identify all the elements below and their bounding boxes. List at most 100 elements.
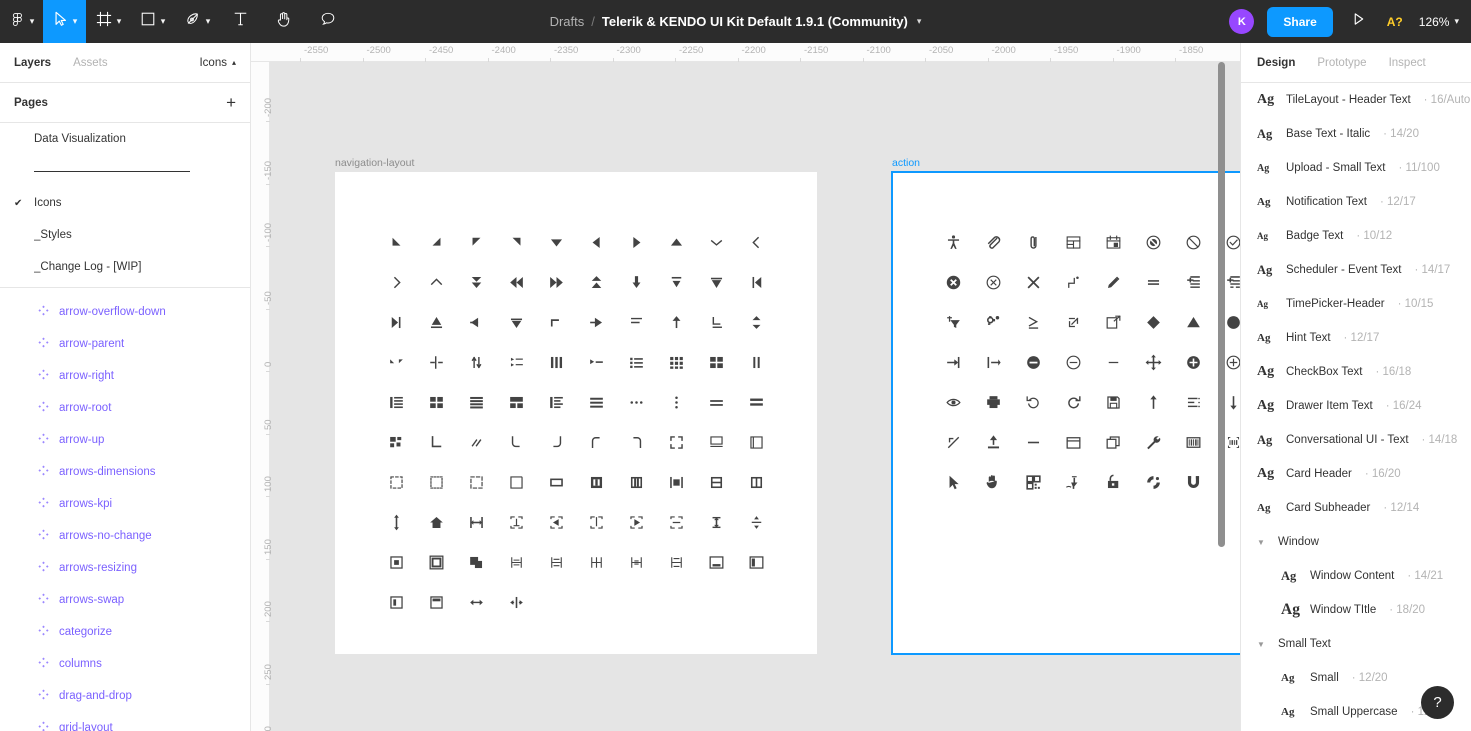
layer-item[interactable]: arrows-swap	[0, 584, 250, 616]
text-style-item[interactable]: Ag Window Content · 14/21	[1241, 559, 1471, 593]
file-name-title[interactable]: Telerik & KENDO UI Kit Default 1.9.1 (Co…	[602, 14, 908, 29]
page-item-data-visualization[interactable]: Data Visualization	[0, 123, 250, 155]
layer-item[interactable]: drag-and-drop	[0, 680, 250, 712]
text-style-name: Badge Text	[1286, 230, 1344, 242]
icon-grid-navigation	[376, 222, 776, 622]
text-style-name: Base Text - Italic	[1286, 128, 1371, 140]
layer-label: arrow-root	[59, 402, 112, 414]
component-icon	[38, 593, 49, 607]
component-icon	[38, 433, 49, 447]
navigation-layout-glyph-icon	[456, 222, 496, 262]
navigation-layout-glyph-icon	[696, 422, 736, 462]
avatar[interactable]: K	[1229, 9, 1255, 34]
layer-item[interactable]: arrows-kpi	[0, 488, 250, 520]
file-menu-chevron-down-icon[interactable]: ▾	[917, 16, 922, 27]
text-style-item[interactable]: Ag Notification Text · 12/17	[1241, 185, 1471, 219]
text-style-meta: · 12/17	[1379, 196, 1416, 208]
layer-item[interactable]: arrows-no-change	[0, 520, 250, 552]
text-style-item[interactable]: Ag Hint Text · 12/17	[1241, 321, 1471, 355]
text-style-item[interactable]: Ag Card Header · 16/20	[1241, 457, 1471, 491]
present-button[interactable]	[1341, 0, 1377, 43]
share-button[interactable]: Share	[1267, 6, 1333, 37]
text-style-item[interactable]: Ag Upload - Small Text · 11/100	[1241, 151, 1471, 185]
dev-mode-badge[interactable]: A?	[1377, 15, 1413, 29]
add-page-button[interactable]: +	[226, 94, 236, 111]
navigation-layout-glyph-icon	[496, 502, 536, 542]
text-style-item[interactable]: Ag TileLayout - Header Text · 16/Auto	[1241, 83, 1471, 117]
text-style-item[interactable]: Ag Drawer Item Text · 16/24	[1241, 389, 1471, 423]
layer-item[interactable]: arrow-parent	[0, 328, 250, 360]
pen-tool-caret[interactable]: ▾	[205, 0, 219, 43]
frame-navigation-layout[interactable]: navigation-layout	[335, 157, 817, 654]
layer-item[interactable]: arrows-resizing	[0, 552, 250, 584]
text-style-item[interactable]: Ag TimePicker-Header · 10/15	[1241, 287, 1471, 321]
text-style-item[interactable]: Ag Card Subheader · 12/14	[1241, 491, 1471, 525]
frame-tool-button[interactable]	[86, 0, 116, 43]
text-style-item[interactable]: Ag Conversational UI - Text · 14/18	[1241, 423, 1471, 457]
tab-prototype[interactable]: Prototype	[1317, 57, 1366, 69]
layer-item[interactable]: grid-layout	[0, 712, 250, 731]
page-item-divider[interactable]	[0, 155, 250, 187]
page-item-change-log[interactable]: _Change Log - [WIP]	[0, 251, 250, 283]
move-tool-caret[interactable]: ▾	[72, 0, 86, 43]
text-style-item[interactable]: Ag Scheduler - Event Text · 14/17	[1241, 253, 1471, 287]
navigation-layout-glyph-icon	[656, 262, 696, 302]
text-style-item[interactable]: Ag Badge Text · 10/12	[1241, 219, 1471, 253]
frame-action[interactable]: action	[891, 157, 1240, 655]
zoom-control[interactable]: 126% ▾	[1413, 15, 1459, 29]
layer-item[interactable]: arrow-root	[0, 392, 250, 424]
navigation-layout-glyph-icon	[736, 542, 776, 582]
shape-tool-caret[interactable]: ▾	[160, 0, 174, 43]
page-item-icons[interactable]: ✔ Icons	[0, 187, 250, 219]
canvas[interactable]: -2550 -2500 -2450 -2400 -2350 -2300 -2250 -2200…	[251, 43, 1240, 731]
move-tool-button[interactable]	[43, 0, 72, 43]
breadcrumb-drafts[interactable]: Drafts	[550, 14, 585, 29]
layer-item[interactable]: arrow-up	[0, 424, 250, 456]
navigation-layout-glyph-icon	[376, 462, 416, 502]
component-icon	[38, 305, 49, 319]
canvas-surface[interactable]: navigation-layout action	[270, 62, 1240, 731]
text-tool-button[interactable]	[219, 0, 262, 43]
action-glyph-icon	[1053, 342, 1093, 382]
frame-tool-caret[interactable]: ▾	[116, 0, 130, 43]
vertical-ruler: -200 -150 -100 -50 0 50 100 150 200 250 300	[251, 62, 274, 731]
tab-design[interactable]: Design	[1257, 57, 1295, 69]
help-button[interactable]: ?	[1421, 686, 1454, 719]
navigation-layout-glyph-icon	[696, 462, 736, 502]
text-style-preview-icon: Ag	[1257, 162, 1270, 174]
figma-menu-caret[interactable]: ▾	[29, 0, 43, 43]
top-toolbar: ▾ ▾ ▾ ▾ ▾ Drafts / Telerik & KENDO UI Ki…	[0, 0, 1471, 43]
figma-menu-button[interactable]	[0, 0, 29, 43]
chevron-down-icon: ▾	[29, 16, 35, 26]
layer-item[interactable]: columns	[0, 648, 250, 680]
style-group-header[interactable]: ▼ Small Text	[1241, 627, 1471, 661]
layers-list: arrow-overflow-down arrow-parent arrow-rig…	[0, 288, 250, 731]
layer-item[interactable]: arrow-overflow-down	[0, 296, 250, 328]
canvas-vertical-scrollbar[interactable]	[1218, 62, 1225, 547]
style-group-header[interactable]: ▼ Window	[1241, 525, 1471, 559]
layer-label: arrow-parent	[59, 338, 125, 350]
comment-tool-button[interactable]	[306, 0, 350, 43]
text-style-item[interactable]: Ag Window TItle · 18/20	[1241, 593, 1471, 627]
layer-label: arrows-kpi	[59, 498, 113, 510]
shape-tool-button[interactable]	[130, 0, 160, 43]
tab-inspect[interactable]: Inspect	[1389, 57, 1426, 69]
text-style-item[interactable]: Ag Base Text - Italic · 14/20	[1241, 117, 1471, 151]
layer-item[interactable]: categorize	[0, 616, 250, 648]
navigation-layout-glyph-icon	[576, 542, 616, 582]
layer-item[interactable]: arrow-right	[0, 360, 250, 392]
tab-assets[interactable]: Assets	[73, 57, 108, 69]
action-glyph-icon	[1093, 302, 1133, 342]
library-selector[interactable]: Icons ▴	[199, 57, 236, 69]
action-glyph-icon	[1053, 262, 1093, 302]
navigation-layout-glyph-icon	[696, 542, 736, 582]
tab-layers[interactable]: Layers	[14, 57, 51, 69]
layer-item[interactable]: arrows-dimensions	[0, 456, 250, 488]
page-item-styles[interactable]: _Styles	[0, 219, 250, 251]
text-T-icon	[233, 11, 248, 32]
pen-tool-button[interactable]	[174, 0, 205, 43]
frame-label[interactable]: navigation-layout	[335, 157, 414, 169]
hand-tool-button[interactable]	[262, 0, 306, 43]
frame-label[interactable]: action	[892, 157, 920, 169]
text-style-item[interactable]: Ag CheckBox Text · 16/18	[1241, 355, 1471, 389]
